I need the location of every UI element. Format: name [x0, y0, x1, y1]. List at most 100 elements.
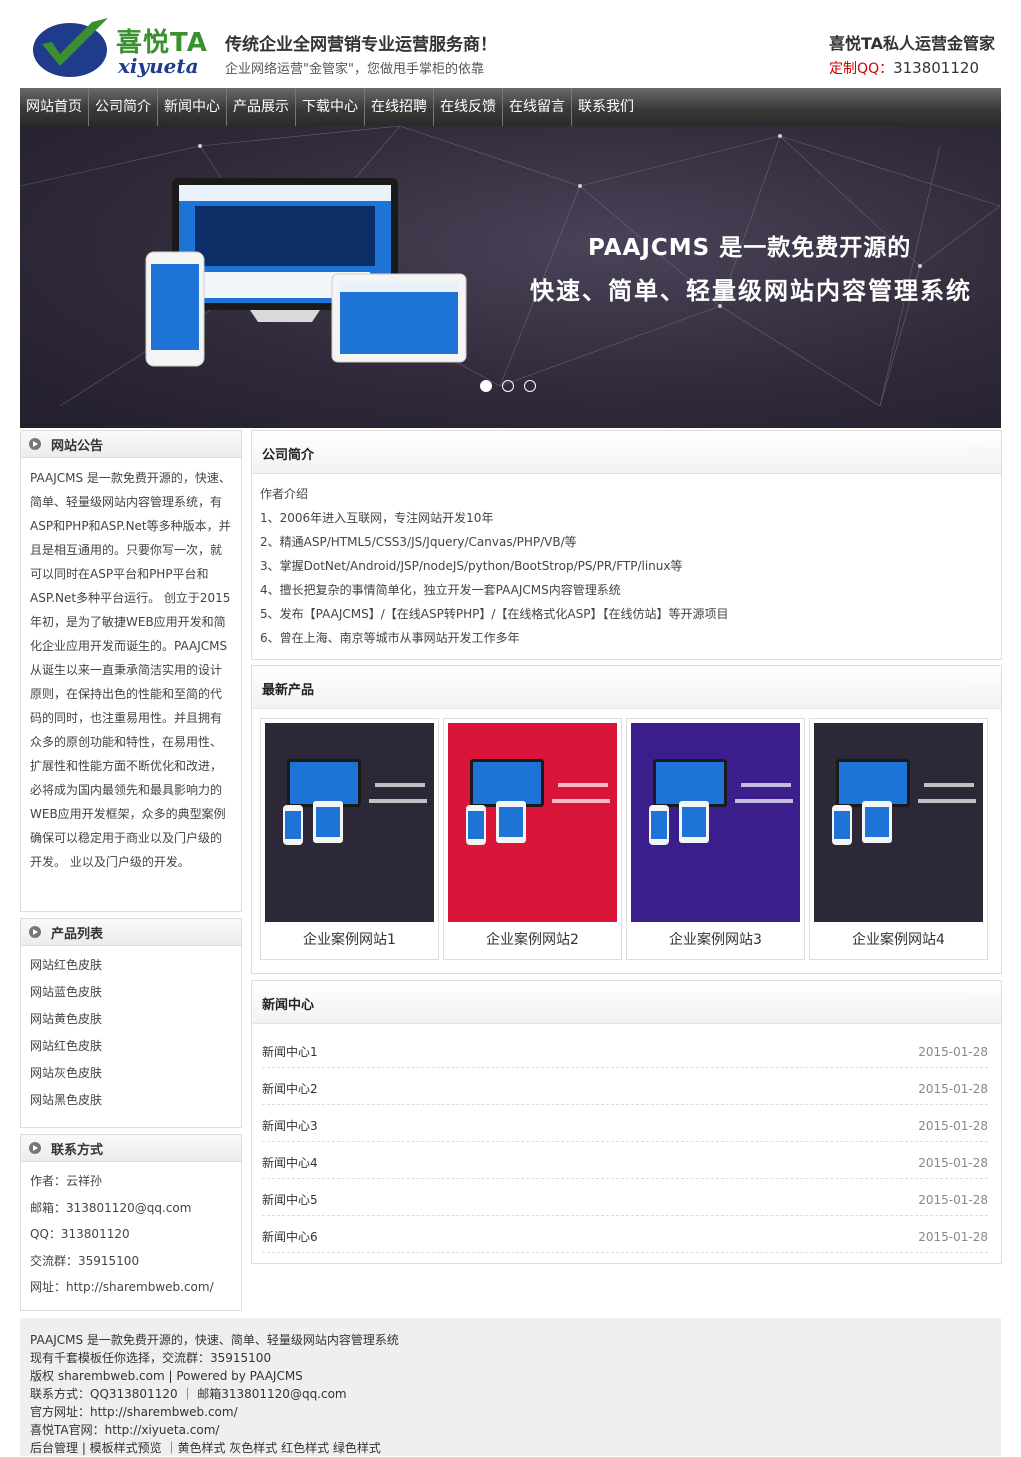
latest-products-title: 最新产品 [262, 683, 315, 698]
product-caption[interactable]: 企业案例网站4 [810, 929, 987, 949]
footer-line: PAAJCMS 是一款免费开源的，快速、简单、轻量级网站内容管理系统 [30, 1333, 399, 1347]
about-line: 5、发布【PAAJCMS】/【在线ASP转PHP】/【在线格式化ASP】【在线仿… [260, 607, 729, 621]
product-list-item[interactable]: 网站红色皮肤 [30, 952, 232, 979]
product-caption[interactable]: 企业案例网站3 [627, 929, 804, 949]
nav-news[interactable]: 新闻中心 [158, 88, 227, 126]
footer-contact: 联系方式：QQ313801120 ｜ 邮箱313801120@qq.com [30, 1387, 347, 1401]
qq-value[interactable]: 313801120 [893, 59, 979, 77]
notice-text: PAAJCMS 是一款免费开源的，快速、简单、轻量级网站内容管理系统，有ASP和… [30, 471, 231, 869]
contact-title: 联系方式 [51, 1142, 104, 1158]
about-line: 6、曾在上海、南京等城市从事网站开发工作多年 [260, 631, 520, 645]
nav-about[interactable]: 公司简介 [89, 88, 158, 126]
product-device-illustration [832, 759, 976, 845]
news-panel: 新闻中心 More 新闻中心1 2015-01-28 新闻中心2 2015-01-2… [251, 980, 1002, 1264]
about-line: 2、精通ASP/HTML5/CSS3/JS/Jquery/Canvas/PHP/… [260, 535, 577, 549]
product-card-1[interactable]: 企业案例网站1 [260, 718, 439, 960]
banner-pagination [480, 380, 536, 392]
product-list-box: 产品列表 网站红色皮肤 网站蓝色皮肤 网站黄色皮肤 网站红色皮肤 网站灰色皮肤 … [20, 918, 242, 1128]
contact-group: 交流群：35915100 [30, 1253, 140, 1268]
banner-dot-3[interactable] [524, 380, 536, 392]
about-more-link[interactable]: More [970, 445, 997, 458]
product-list: 网站红色皮肤 网站蓝色皮肤 网站黄色皮肤 网站红色皮肤 网站灰色皮肤 网站黑色皮… [21, 946, 241, 1120]
product-device-illustration [283, 759, 427, 845]
nav-message[interactable]: 在线留言 [503, 88, 572, 126]
product-list-item[interactable]: 网站黑色皮肤 [30, 1087, 232, 1114]
qq-label: 定制QQ： [829, 61, 894, 77]
latest-products-more-link[interactable]: More [970, 680, 997, 693]
product-list-item[interactable]: 网站红色皮肤 [30, 1033, 232, 1060]
logo-check-icon[interactable] [32, 14, 112, 78]
product-card-2[interactable]: 企业案例网站2 [443, 718, 622, 960]
product-card-3[interactable]: 企业案例网站3 [626, 718, 805, 960]
main-nav: 网站首页 公司简介 新闻中心 产品展示 下载中心 在线招聘 在线反馈 在线留言 … [20, 88, 1001, 126]
product-list-header: 产品列表 [21, 919, 241, 946]
news-item-date: 2015-01-28 [918, 1156, 988, 1170]
site-header: 喜悦TA xiyueta 传统企业全网营销专业运营服务商！ 企业网络运营"金管家… [20, 0, 1001, 88]
footer-links[interactable]: 后台管理 | 模板样式预览 ｜黄色样式 灰色样式 红色样式 绿色样式 [20, 1439, 1001, 1457]
footer-official-site[interactable]: 官方网址：http://sharembweb.com/ [20, 1403, 1001, 1421]
nav-download[interactable]: 下载中心 [296, 88, 365, 126]
banner-headline-1: PAAJCMS 是一款免费开源的 [588, 235, 912, 261]
header-subslogan: 企业网络运营"金管家"，您做甩手掌柜的依靠 [225, 62, 484, 77]
about-line: 1、2006年进入互联网，专注网站开发10年 [260, 511, 494, 525]
contact-box: 联系方式 作者：云祥孙 邮箱：313801120@qq.com QQ：31380… [20, 1134, 242, 1311]
about-content: 作者介绍 1、2006年进入互联网，专注网站开发10年 2、精通ASP/HTML… [252, 474, 1001, 658]
news-item-date: 2015-01-28 [918, 1045, 988, 1059]
product-thumbnail[interactable] [814, 723, 983, 922]
nav-feedback[interactable]: 在线反馈 [434, 88, 503, 126]
nav-products[interactable]: 产品展示 [227, 88, 296, 126]
product-thumbnail[interactable] [265, 723, 434, 922]
news-item-title[interactable]: 新闻中心1 [262, 1043, 318, 1060]
about-header: 公司简介 More [252, 431, 1001, 474]
latest-products-panel: 最新产品 More 企业案例网站1 企业案例网站2 企业案例网站3 企业案例网站… [251, 665, 1002, 974]
contact-author: 作者：云祥孙 [30, 1174, 103, 1188]
product-list-item[interactable]: 网站黄色皮肤 [30, 1006, 232, 1033]
product-device-illustration [466, 759, 610, 845]
news-row[interactable]: 新闻中心6 2015-01-28 [262, 1216, 988, 1253]
news-header: 新闻中心 More [252, 981, 1001, 1024]
nav-home[interactable]: 网站首页 [20, 88, 89, 126]
news-item-title[interactable]: 新闻中心3 [262, 1117, 318, 1134]
contact-header: 联系方式 [21, 1135, 241, 1162]
header-right-title: 喜悦TA私人运营金管家 [828, 34, 995, 53]
news-row[interactable]: 新闻中心5 2015-01-28 [262, 1179, 988, 1216]
news-row[interactable]: 新闻中心1 2015-01-28 [262, 1031, 988, 1068]
contact-email: 邮箱：313801120@qq.com [30, 1200, 192, 1215]
notice-header: 网站公告 [21, 431, 241, 458]
about-line: 3、掌握DotNet/Android/JSP/nodeJS/python/Boo… [260, 559, 683, 573]
about-panel: 公司简介 More 作者介绍 1、2006年进入互联网，专注网站开发10年 2、… [251, 430, 1002, 660]
product-card-4[interactable]: 企业案例网站4 [809, 718, 988, 960]
about-line: 作者介绍 [260, 487, 309, 501]
footer-copyright: 版权 sharembweb.com | Powered by PAAJCMS [30, 1369, 303, 1383]
product-list-item[interactable]: 网站灰色皮肤 [30, 1060, 232, 1087]
latest-products-header: 最新产品 More [252, 666, 1001, 709]
product-thumbnail[interactable] [448, 723, 617, 922]
news-row[interactable]: 新闻中心4 2015-01-28 [262, 1142, 988, 1179]
news-item-title[interactable]: 新闻中心2 [262, 1080, 318, 1097]
arrow-circle-icon [29, 1142, 41, 1154]
footer-line: 现有千套模板任你选择，交流群：35915100 [30, 1351, 272, 1365]
contact-website: 网址：http://sharembweb.com/ [30, 1280, 214, 1294]
nav-jobs[interactable]: 在线招聘 [365, 88, 434, 126]
banner-dot-1[interactable] [480, 380, 492, 392]
product-caption[interactable]: 企业案例网站2 [444, 929, 621, 949]
hero-banner[interactable]: PAAJCMS 是一款免费开源的 快速、简单、轻量级网站内容管理系统 [20, 126, 1001, 428]
banner-dot-2[interactable] [502, 380, 514, 392]
product-caption[interactable]: 企业案例网站1 [261, 929, 438, 949]
product-thumbnail[interactable] [631, 723, 800, 922]
news-row[interactable]: 新闻中心2 2015-01-28 [262, 1068, 988, 1105]
footer-xiyueta-site[interactable]: 喜悦TA官网：http://xiyueta.com/ [20, 1421, 1001, 1439]
contact-list: 作者：云祥孙 邮箱：313801120@qq.com QQ：313801120 … [21, 1162, 241, 1301]
news-item-date: 2015-01-28 [918, 1082, 988, 1096]
news-item-title[interactable]: 新闻中心4 [262, 1154, 318, 1171]
product-list-item[interactable]: 网站蓝色皮肤 [30, 979, 232, 1006]
news-item-title[interactable]: 新闻中心5 [262, 1191, 318, 1208]
nav-contact[interactable]: 联系我们 [572, 88, 640, 126]
contact-qq: QQ：313801120 [30, 1227, 130, 1241]
logo-english-text: xiyueta [118, 54, 199, 78]
news-more-link[interactable]: More [970, 995, 997, 1008]
about-line: 4、擅长把复杂的事情简单化，独立开发一套PAAJCMS内容管理系统 [260, 583, 621, 597]
news-row[interactable]: 新闻中心3 2015-01-28 [262, 1105, 988, 1142]
news-item-title[interactable]: 新闻中心6 [262, 1228, 318, 1245]
notice-title: 网站公告 [51, 438, 104, 454]
